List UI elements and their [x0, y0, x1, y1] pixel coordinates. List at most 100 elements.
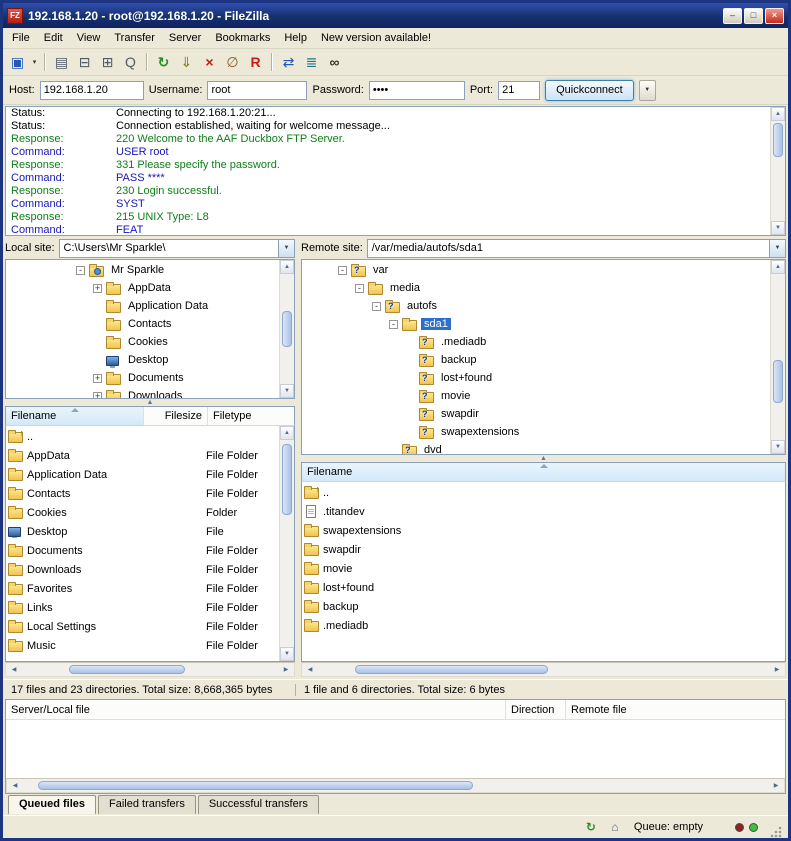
tree-expander[interactable]: + [93, 374, 102, 383]
local-tree-item[interactable]: Application Data [8, 297, 278, 315]
direction-column-header[interactable]: Direction [506, 700, 566, 719]
toggle-queue-button[interactable]: Q [119, 51, 142, 73]
queue-tab[interactable]: Successful transfers [198, 795, 319, 814]
port-input[interactable] [498, 81, 540, 100]
local-file-row[interactable]: Cookies Folder [8, 503, 278, 522]
local-tree-item[interactable]: Contacts [8, 315, 278, 333]
local-file-row[interactable]: Favorites File Folder [8, 579, 278, 598]
remote-tree-item[interactable]: swapextensions [304, 423, 769, 441]
menu-item[interactable]: New version available! [314, 30, 438, 46]
scroll-up-icon[interactable]: ▲ [280, 260, 294, 274]
maximize-button[interactable]: □ [744, 8, 763, 24]
chevron-down-icon[interactable]: ▼ [769, 240, 785, 257]
scroll-up-icon[interactable]: ▲ [771, 107, 785, 121]
remote-file-row[interactable]: movie [304, 559, 785, 578]
local-file-row[interactable]: AppData File Folder [8, 446, 278, 465]
local-tree-item[interactable]: - Mr Sparkle [8, 261, 278, 279]
remote-file-row[interactable]: backup [304, 597, 785, 616]
remote-file-row[interactable]: .. [304, 483, 785, 502]
menu-item[interactable]: Transfer [107, 30, 162, 46]
remote-tree-item[interactable]: - sda1 [304, 315, 769, 333]
scrollbar-track[interactable] [771, 274, 785, 440]
remote-tree-item[interactable]: - autofs [304, 297, 769, 315]
minimize-button[interactable]: – [723, 8, 742, 24]
scroll-down-icon[interactable]: ▼ [280, 384, 294, 398]
filename-column-header[interactable]: Filename [6, 407, 144, 425]
scroll-up-icon[interactable]: ▲ [280, 426, 294, 440]
local-tree-item[interactable]: Cookies [8, 333, 278, 351]
local-list-hscrollbar[interactable]: ◀ ▶ [5, 662, 295, 677]
toolbar-separator[interactable] [44, 53, 46, 71]
remote-file-row[interactable]: .titandev [304, 502, 785, 521]
scrollbar-thumb[interactable] [38, 781, 473, 790]
scroll-down-icon[interactable]: ▼ [280, 647, 294, 661]
scrollbar-thumb[interactable] [282, 311, 292, 346]
remote-tree-item[interactable]: .mediadb [304, 333, 769, 351]
scrollbar-track[interactable] [771, 121, 785, 221]
chevron-down-icon[interactable]: ▼ [278, 240, 294, 257]
local-path-combo[interactable]: C:\Users\Mr Sparkle\ ▼ [59, 239, 295, 258]
local-file-row[interactable]: Documents File Folder [8, 541, 278, 560]
password-input[interactable] [369, 81, 465, 100]
tree-expander[interactable]: - [355, 284, 364, 293]
local-tree-item[interactable]: + Documents [8, 369, 278, 387]
username-input[interactable] [207, 81, 307, 100]
toggle-remote-tree-button[interactable]: ⊞ [96, 51, 119, 73]
local-file-row[interactable]: Music File Folder [8, 636, 278, 655]
local-file-row[interactable]: Downloads File Folder [8, 560, 278, 579]
scroll-down-icon[interactable]: ▼ [771, 440, 785, 454]
local-tree-item[interactable]: + AppData [8, 279, 278, 297]
scrollbar-track[interactable] [280, 274, 294, 384]
disconnect-button[interactable]: ∅ [221, 51, 244, 73]
tree-expander[interactable]: - [389, 320, 398, 329]
cancel-operation-button[interactable]: × [198, 51, 221, 73]
local-file-row[interactable]: Links File Folder [8, 598, 278, 617]
local-file-row[interactable]: Desktop File [8, 522, 278, 541]
remote-list-hscrollbar[interactable]: ◀ ▶ [301, 662, 786, 677]
remote-tree-item[interactable]: dvd [304, 441, 769, 455]
tree-expander[interactable]: + [93, 284, 102, 293]
local-file-row[interactable]: .. [8, 427, 278, 446]
scrollbar-track[interactable] [280, 440, 294, 647]
filename-column-header[interactable]: Filename [302, 463, 785, 481]
local-tree-item[interactable]: + Downloads [8, 387, 278, 399]
menu-item[interactable]: View [70, 30, 108, 46]
tree-expander[interactable]: + [93, 392, 102, 400]
toolbar-separator[interactable] [146, 53, 148, 71]
scrollbar-thumb[interactable] [355, 665, 548, 674]
remote-file-row[interactable]: swapextensions [304, 521, 785, 540]
remote-path-combo[interactable]: /var/media/autofs/sda1 ▼ [367, 239, 786, 258]
resize-grip[interactable] [770, 826, 782, 838]
quickconnect-dropdown[interactable]: ▼ [639, 80, 656, 101]
local-file-row[interactable]: Local Settings File Folder [8, 617, 278, 636]
filesize-column-header[interactable]: Filesize [144, 407, 208, 425]
remote-pane-splitter[interactable]: ▲ [301, 455, 786, 462]
remote-file-row[interactable]: .mediadb [304, 616, 785, 635]
find-files-button[interactable]: ∞ [323, 51, 346, 73]
scroll-down-icon[interactable]: ▼ [771, 221, 785, 235]
scroll-left-icon[interactable]: ◀ [9, 782, 21, 789]
menu-item[interactable]: Bookmarks [208, 30, 277, 46]
scrollbar-thumb[interactable] [282, 444, 292, 514]
remote-tree-item[interactable]: lost+found [304, 369, 769, 387]
scrollbar-thumb[interactable] [773, 360, 783, 403]
tree-expander[interactable]: - [76, 266, 85, 275]
directory-filter-icon[interactable]: ⌂ [606, 819, 624, 835]
local-file-column-header[interactable]: Server/Local file [6, 700, 506, 719]
tree-expander[interactable]: - [372, 302, 381, 311]
tree-expander[interactable]: - [338, 266, 347, 275]
local-pane-splitter[interactable]: ▲ [5, 399, 295, 406]
remote-tree-scrollbar[interactable]: ▲ ▼ [770, 260, 785, 454]
site-manager-dropdown[interactable]: ▾ [29, 51, 40, 73]
remote-file-row[interactable]: swapdir [304, 540, 785, 559]
local-file-row[interactable]: Application Data File Folder [8, 465, 278, 484]
title-bar[interactable]: FZ 192.168.1.20 - root@192.168.1.20 - Fi… [3, 3, 788, 28]
menu-item[interactable]: Help [277, 30, 314, 46]
remote-tree-item[interactable]: movie [304, 387, 769, 405]
scroll-right-icon[interactable]: ▶ [770, 782, 782, 789]
quickconnect-button[interactable]: Quickconnect [545, 80, 634, 101]
scroll-right-icon[interactable]: ▶ [280, 666, 292, 673]
scroll-right-icon[interactable]: ▶ [771, 666, 783, 673]
host-input[interactable] [40, 81, 144, 100]
site-manager-button[interactable]: ▣ [6, 51, 29, 73]
